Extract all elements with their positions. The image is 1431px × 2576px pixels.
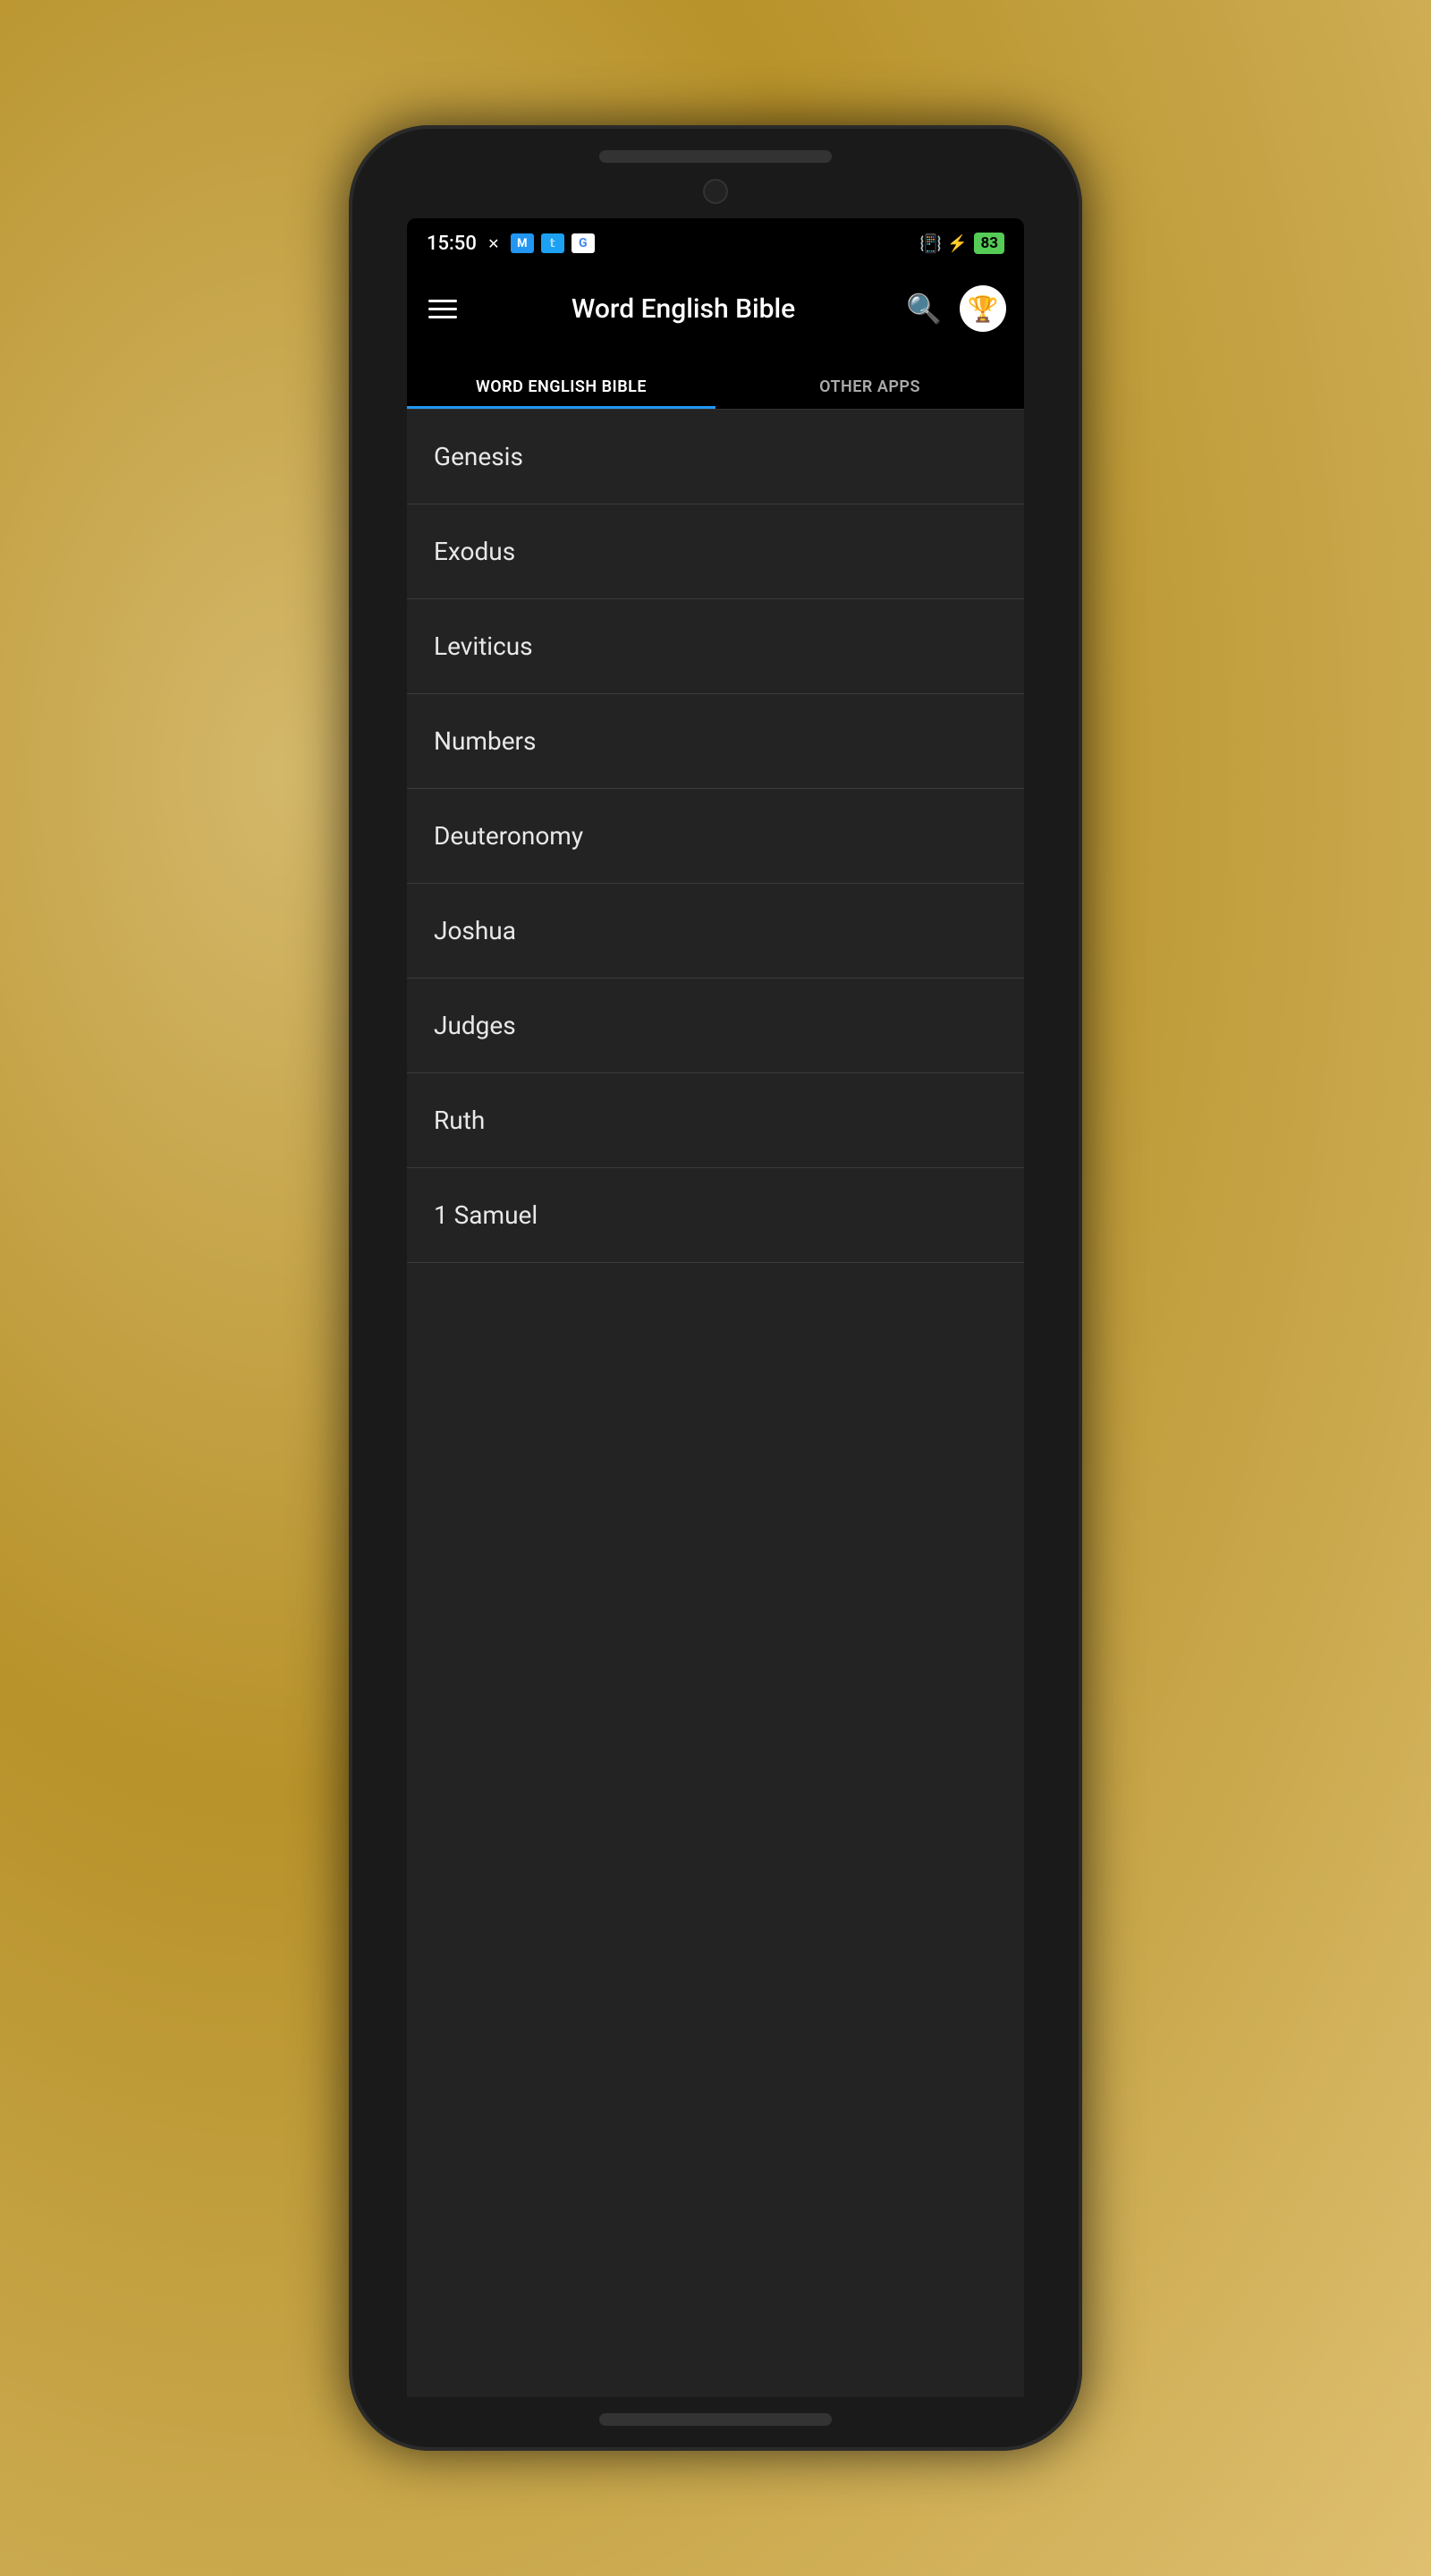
twitter-icon: 𝕥 xyxy=(541,233,564,253)
app-bar: Word English Bible 🔍 🏆 xyxy=(407,268,1024,349)
list-item[interactable]: Exodus xyxy=(407,504,1024,599)
list-item[interactable]: Genesis xyxy=(407,410,1024,504)
trophy-icon: 🏆 xyxy=(968,294,999,324)
tab-other-apps[interactable]: OTHER APPS xyxy=(716,349,1024,409)
app-title: Word English Bible xyxy=(478,293,888,325)
list-item[interactable]: 1 Samuel xyxy=(407,1168,1024,1263)
front-camera xyxy=(703,179,728,204)
menu-line-2 xyxy=(428,308,457,310)
list-item[interactable]: Joshua xyxy=(407,884,1024,979)
vibrate-icon: 📳 xyxy=(920,233,940,253)
menu-icon[interactable] xyxy=(425,300,461,318)
profile-avatar[interactable]: 🏆 xyxy=(960,285,1006,332)
speaker-top xyxy=(599,150,832,163)
bluetooth-icon: ⚡ xyxy=(947,233,967,253)
list-item-ruth[interactable]: Ruth xyxy=(407,1073,1024,1168)
menu-line-1 xyxy=(428,300,457,302)
battery-indicator: 83 xyxy=(974,233,1004,254)
x-icon: ✕ xyxy=(484,233,504,253)
phone-frame: 15:50 ✕ M 𝕥 G 📳 ⚡ 83 Word English Bible … xyxy=(349,125,1082,2451)
menu-line-3 xyxy=(428,316,457,318)
search-icon[interactable]: 🔍 xyxy=(906,292,942,326)
status-time: 15:50 xyxy=(427,233,477,255)
m-icon: M xyxy=(511,233,534,253)
phone-screen: 15:50 ✕ M 𝕥 G 📳 ⚡ 83 Word English Bible … xyxy=(407,218,1024,2397)
speaker-bottom xyxy=(599,2413,832,2426)
list-item[interactable]: Deuteronomy xyxy=(407,789,1024,884)
tab-bar: WORD ENGLISH BIBLE OTHER APPS xyxy=(407,349,1024,410)
list-item[interactable]: Numbers xyxy=(407,694,1024,789)
list-item[interactable]: Leviticus xyxy=(407,599,1024,694)
tab-word-english-bible[interactable]: WORD ENGLISH BIBLE xyxy=(407,349,716,409)
status-bar: 15:50 ✕ M 𝕥 G 📳 ⚡ 83 xyxy=(407,218,1024,268)
google-icon: G xyxy=(572,233,595,253)
status-right: 📳 ⚡ 83 xyxy=(920,233,1004,254)
book-list: Genesis Exodus Leviticus Numbers Deutero… xyxy=(407,410,1024,2397)
list-item[interactable]: Judges xyxy=(407,979,1024,1073)
status-left: 15:50 ✕ M 𝕥 G xyxy=(427,233,595,255)
